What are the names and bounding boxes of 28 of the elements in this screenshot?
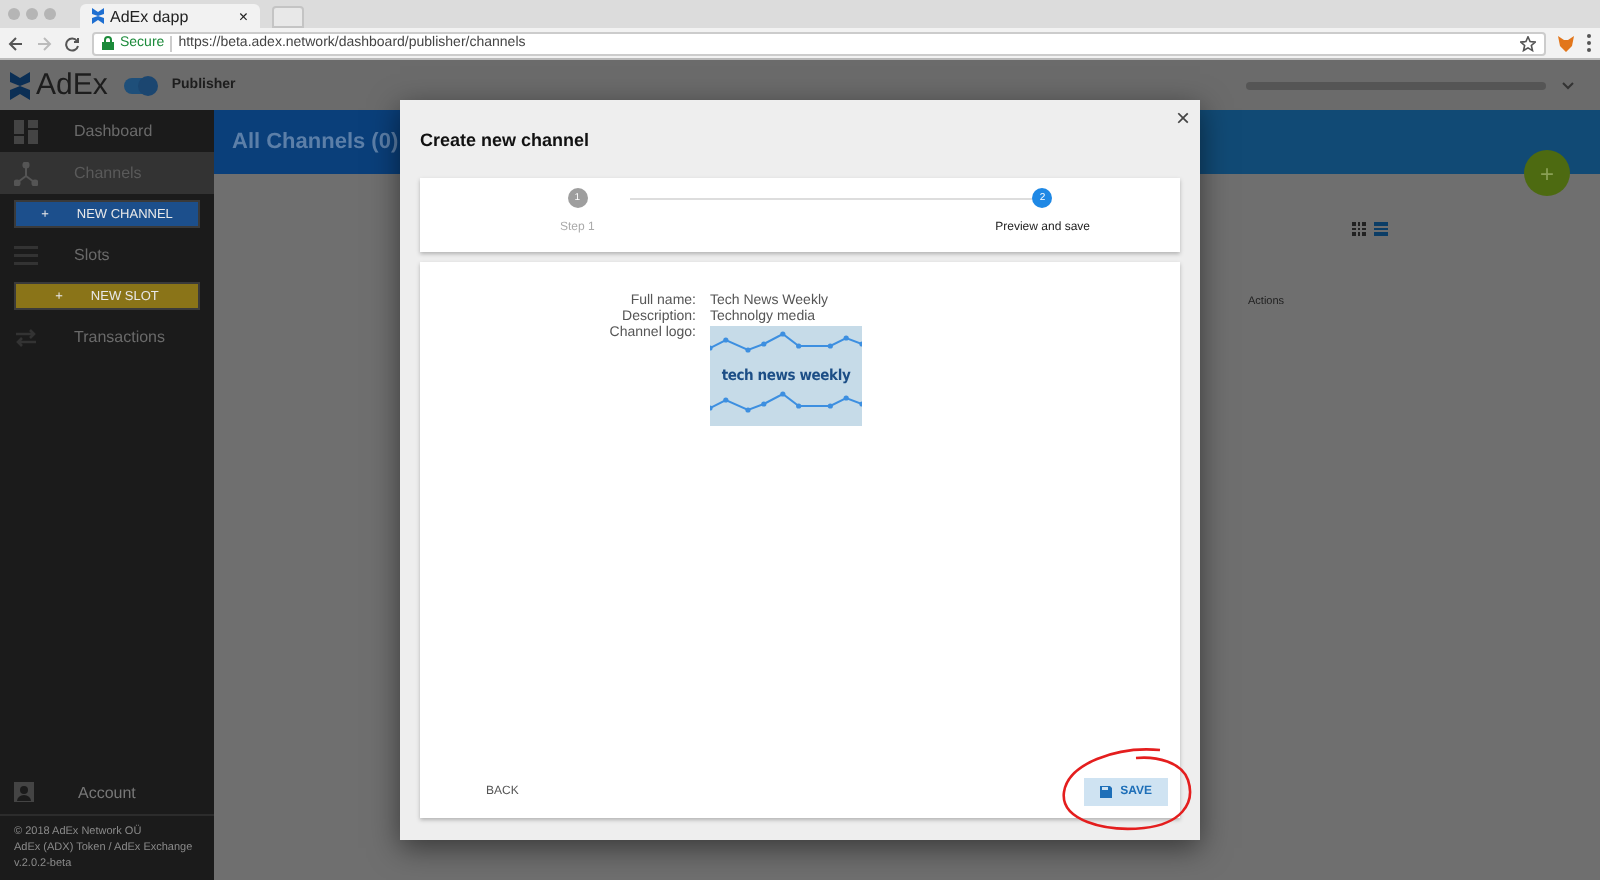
reload-icon[interactable]	[64, 35, 80, 51]
close-button[interactable]: ×	[1171, 106, 1194, 130]
sidebar-item[interactable]: Dashboard	[0, 110, 214, 152]
menu-icon[interactable]	[1586, 34, 1592, 52]
forward-arrow-icon[interactable]	[36, 35, 52, 51]
list-view-icon[interactable]	[1374, 222, 1388, 236]
add-button[interactable]: +	[1524, 150, 1570, 196]
mode-toggle[interactable]	[123, 77, 156, 93]
fox-icon[interactable]	[1558, 35, 1574, 51]
dashboard-icon	[14, 119, 38, 143]
chevron-down-icon[interactable]	[1562, 81, 1574, 89]
brand-name: AdEx	[36, 68, 108, 102]
browser-tab[interactable]: AdEx dapp ×	[80, 4, 260, 28]
close-icon[interactable]: ×	[238, 7, 248, 25]
grid-view-icon[interactable]	[1352, 222, 1366, 236]
sidebar-item[interactable]: Transactions	[0, 316, 214, 358]
list-icon	[14, 245, 38, 265]
sidebar-item[interactable]: Slots	[0, 234, 214, 276]
swap-arrows-icon	[14, 327, 38, 347]
logo-icon	[92, 8, 104, 24]
new-tab-button[interactable]	[272, 6, 304, 28]
account-icon	[14, 782, 34, 802]
dialog-title: Create new channel	[420, 130, 592, 150]
network-icon	[14, 161, 38, 185]
lock-icon	[102, 36, 114, 50]
back-arrow-icon[interactable]	[8, 35, 24, 51]
logo-icon	[10, 71, 30, 99]
star-icon[interactable]	[1520, 35, 1536, 51]
